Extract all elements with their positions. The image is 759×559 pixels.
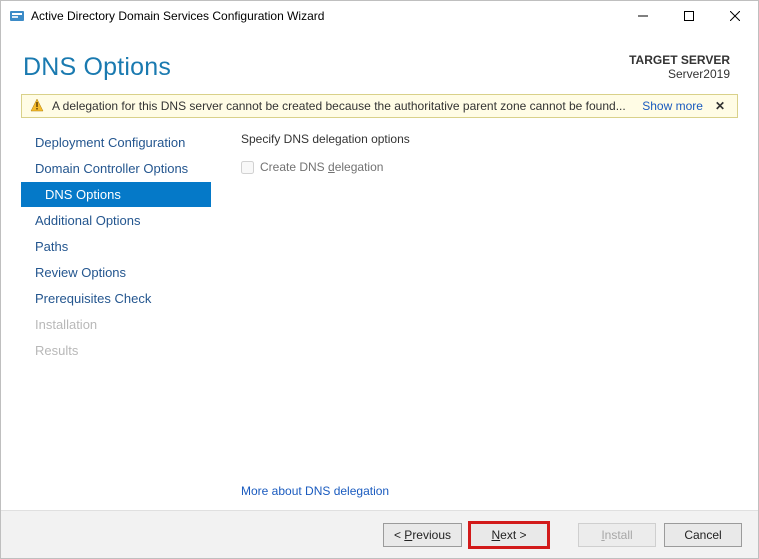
next-button[interactable]: Next >: [470, 523, 548, 547]
show-more-link[interactable]: Show more: [642, 99, 703, 113]
target-server-value: Server2019: [629, 67, 730, 81]
create-dns-delegation-checkbox[interactable]: [241, 161, 254, 174]
warning-text: A delegation for this DNS server cannot …: [52, 99, 634, 113]
warning-icon: [30, 98, 44, 115]
minimize-button[interactable]: [620, 1, 666, 31]
nav-prerequisites-check[interactable]: Prerequisites Check: [21, 286, 211, 311]
install-button: Install: [578, 523, 656, 547]
content-heading: Specify DNS delegation options: [241, 132, 728, 146]
header: DNS Options TARGET SERVER Server2019: [1, 31, 758, 94]
page-title: DNS Options: [23, 53, 171, 82]
nav-installation: Installation: [21, 312, 211, 337]
warning-banner: A delegation for this DNS server cannot …: [21, 94, 738, 118]
nav-review-options[interactable]: Review Options: [21, 260, 211, 285]
nav-additional-options[interactable]: Additional Options: [21, 208, 211, 233]
banner-close-icon[interactable]: ✕: [711, 99, 729, 113]
nav-paths[interactable]: Paths: [21, 234, 211, 259]
create-dns-delegation-row[interactable]: Create DNS delegation: [241, 160, 728, 174]
nav-domain-controller-options[interactable]: Domain Controller Options: [21, 156, 211, 181]
more-about-link[interactable]: More about DNS delegation: [241, 484, 728, 498]
main: Deployment Configuration Domain Controll…: [1, 124, 758, 510]
previous-button[interactable]: < Previous: [383, 523, 462, 547]
nav-results: Results: [21, 338, 211, 363]
footer: < Previous Next > Install Cancel: [1, 510, 758, 558]
content-panel: Specify DNS delegation options Create DN…: [211, 124, 738, 510]
step-nav: Deployment Configuration Domain Controll…: [21, 124, 211, 510]
create-dns-delegation-label: Create DNS delegation: [260, 160, 383, 174]
nav-deployment-configuration[interactable]: Deployment Configuration: [21, 130, 211, 155]
window-title: Active Directory Domain Services Configu…: [31, 9, 324, 23]
titlebar: Active Directory Domain Services Configu…: [1, 1, 758, 31]
target-server-block: TARGET SERVER Server2019: [629, 53, 730, 81]
maximize-button[interactable]: [666, 1, 712, 31]
nav-dns-options[interactable]: DNS Options: [21, 182, 211, 207]
app-icon: [9, 8, 25, 24]
cancel-button[interactable]: Cancel: [664, 523, 742, 547]
target-server-label: TARGET SERVER: [629, 53, 730, 67]
close-button[interactable]: [712, 1, 758, 31]
